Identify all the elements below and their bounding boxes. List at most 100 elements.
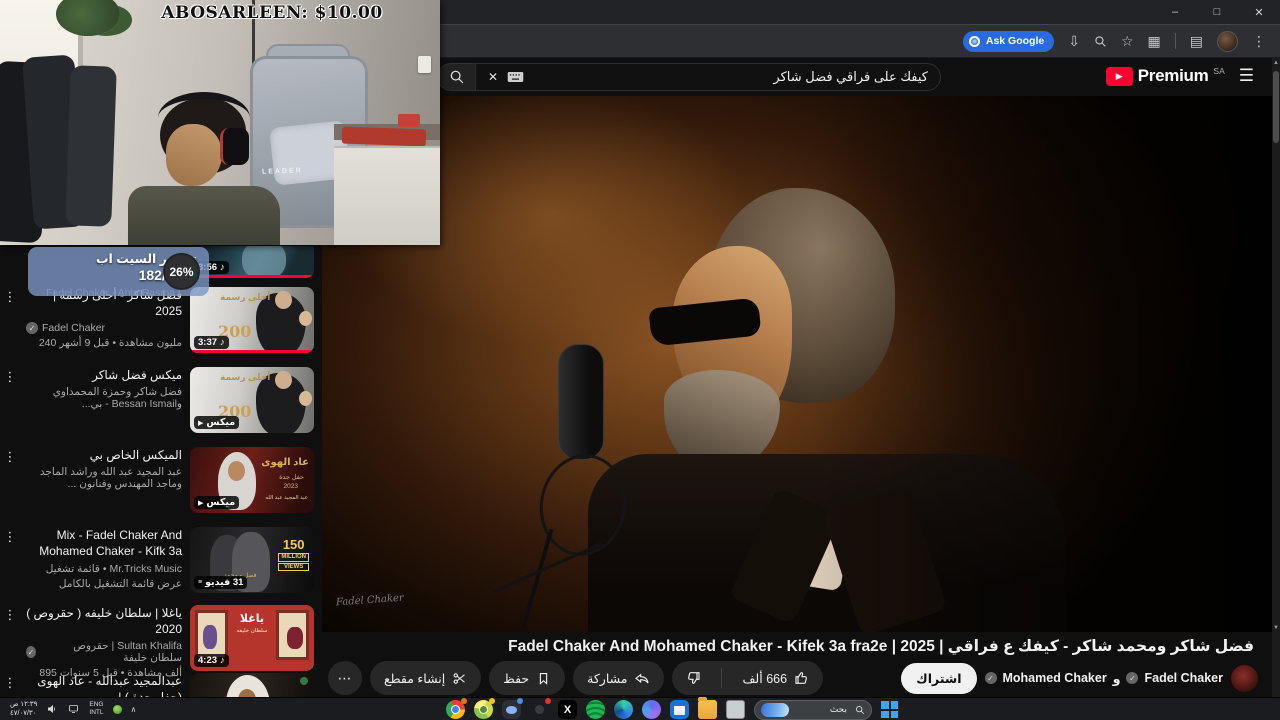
- video-title[interactable]: Mix - Fadel Chaker And Mohamed Chaker - …: [26, 527, 182, 560]
- more-actions-button[interactable]: ⋯: [328, 661, 362, 695]
- keyboard-icon[interactable]: [507, 71, 524, 83]
- browser-profile-avatar[interactable]: [1217, 30, 1238, 52]
- item-menu-icon[interactable]: ⋮: [2, 605, 18, 679]
- youtube-play-icon: ▶: [1105, 67, 1133, 86]
- view-full-playlist-link[interactable]: عرض قائمة التشغيل بالكامل: [26, 578, 182, 590]
- zoom-icon[interactable]: [1094, 35, 1107, 48]
- save-button[interactable]: حفظ: [489, 661, 566, 695]
- video-thumbnail[interactable]: أحلى رسمة 200 3:37 ♪: [190, 287, 314, 353]
- network-icon[interactable]: [67, 703, 80, 715]
- mix-badge: ميكس: [206, 497, 236, 508]
- volume-icon[interactable]: [46, 703, 58, 715]
- search-input[interactable]: ✕ كيفك على فراقي فضل شاكر: [475, 63, 941, 91]
- channel-name-fadel[interactable]: Fadel Chaker: [1144, 671, 1223, 685]
- page-scrollbar[interactable]: ▲ ▼: [1272, 58, 1280, 697]
- share-button[interactable]: مشاركة: [573, 661, 665, 695]
- windows-taskbar: ١٢:٣٩ ص ٤٧/٠٧/٣٠ ENG INTL ∧ X بحث: [0, 697, 1280, 720]
- windows-start-button[interactable]: [881, 701, 898, 718]
- browser-menu-icon[interactable]: ⋮: [1252, 34, 1266, 48]
- tray-overflow-chevron[interactable]: ∧: [131, 705, 137, 714]
- share-label: مشاركة: [587, 671, 628, 686]
- taskbar-clock[interactable]: ١٢:٣٩ ص ٤٧/٠٧/٣٠: [10, 700, 37, 718]
- scroll-up-arrow[interactable]: ▲: [1272, 60, 1280, 66]
- clear-search-icon[interactable]: ✕: [488, 70, 498, 84]
- copilot-icon[interactable]: [642, 700, 661, 719]
- related-video-item[interactable]: عبدالمجيد عبدالله - عاد الهوى (حفل جدة )…: [2, 673, 314, 697]
- channel-name[interactable]: Sultan Khalifa | حقروص سلطان خليفة: [40, 640, 182, 664]
- discord-icon[interactable]: [502, 698, 523, 719]
- channel-avatar[interactable]: [1231, 664, 1258, 692]
- taskbar-search-box[interactable]: بحث: [754, 699, 872, 720]
- channel-name[interactable]: Fadel Chaker: [42, 322, 105, 334]
- minimize-button[interactable]: –: [1154, 0, 1196, 24]
- like-button[interactable]: 666 ألف: [729, 661, 823, 695]
- language-indicator[interactable]: ENG INTL: [89, 701, 103, 717]
- donation-alert-text: ABOSARLEEN: $10.00: [161, 3, 383, 23]
- item-menu-icon[interactable]: ⋮: [2, 447, 18, 513]
- bookmark-star-icon[interactable]: ☆: [1121, 34, 1134, 48]
- video-title[interactable]: الميكس الخاص بي: [26, 447, 182, 463]
- video-title[interactable]: ميكس فضل شاكر: [26, 367, 182, 383]
- related-video-item[interactable]: 150 MILLION VIEWS فضل و محمد ≡31 فيديو M…: [2, 527, 314, 593]
- related-video-item[interactable]: عاد الهوى حفل جدة 2023 عبد المجيد عبد ال…: [2, 447, 314, 513]
- item-menu-icon[interactable]: ⋮: [2, 287, 18, 353]
- thumbnail-hand: [299, 311, 312, 326]
- playlist-count-badge: 31 فيديو: [205, 577, 244, 588]
- create-clip-button[interactable]: إنشاء مقطع: [370, 661, 482, 695]
- close-button[interactable]: ✕: [1238, 0, 1280, 24]
- white-cabinet: [334, 146, 440, 245]
- video-thumbnail[interactable]: 150 MILLION VIEWS فضل و محمد ≡31 فيديو: [190, 527, 314, 593]
- streaming-app-icon[interactable]: [530, 698, 551, 719]
- youtube-premium-logo[interactable]: ▶ Premium SA: [1105, 66, 1225, 86]
- thumbnail-figure: [242, 246, 286, 278]
- music-note-icon: ♪: [220, 337, 225, 348]
- thumbnail-art-text: عبد المجيد عبد الله: [265, 495, 308, 501]
- ask-google-button[interactable]: Ask Google: [962, 30, 1055, 52]
- spotify-icon[interactable]: [586, 700, 605, 719]
- channel-owners: ✓ Mohamed Chaker و ✓ Fadel Chaker: [984, 671, 1223, 686]
- studio-microphone: [558, 344, 604, 460]
- taskbar-search-icon: [856, 705, 865, 714]
- tray-app-icon[interactable]: [112, 704, 122, 714]
- file-explorer-icon[interactable]: [698, 697, 717, 719]
- search-icon: [450, 70, 463, 84]
- item-menu-icon[interactable]: ⋮: [2, 527, 18, 593]
- toolbar-divider: [1174, 33, 1176, 49]
- video-player[interactable]: Fadel Chaker: [320, 96, 1272, 632]
- video-thumbnail[interactable]: أحلى رسمة 200 ▶ ميكس: [190, 367, 314, 433]
- thumbs-up-icon: [794, 670, 810, 686]
- channel-name-mohamed[interactable]: Mohamed Chaker: [1003, 671, 1107, 685]
- guide-hamburger-icon[interactable]: ☰: [1239, 66, 1254, 86]
- channel-name[interactable]: Mr.Tricks Music • قائمة تشغيل: [26, 563, 182, 575]
- download-icon[interactable]: ⇩: [1068, 34, 1080, 48]
- extensions-icon[interactable]: ▦: [1148, 34, 1161, 48]
- save-label: حفظ: [503, 671, 530, 686]
- video-title[interactable]: ياغلا | سلطان خليفه ( حقروص ) 2020: [26, 605, 182, 637]
- x-twitter-icon[interactable]: X: [558, 700, 577, 719]
- video-title[interactable]: عبدالمجيد عبدالله - عاد الهوى (حفل جدة )…: [26, 673, 182, 697]
- music-note-icon: ♪: [220, 655, 225, 666]
- side-panel-icon[interactable]: ▤: [1190, 34, 1203, 48]
- restore-button[interactable]: □: [1196, 0, 1238, 24]
- scroll-down-arrow[interactable]: ▼: [1272, 625, 1280, 631]
- scrollbar-thumb[interactable]: [1273, 71, 1279, 143]
- video-thumbnail[interactable]: ياغلا سلطان خليفه 4:23 ♪: [190, 605, 314, 671]
- desktop-app-icon[interactable]: [726, 700, 745, 719]
- video-thumbnail[interactable]: عاد الهوى حفل جدة 2023 عبد المجيد عبد ال…: [190, 447, 314, 513]
- related-video-item[interactable]: ياغلا سلطان خليفه 4:23 ♪ ياغلا | سلطان خل…: [2, 605, 314, 679]
- video-thumbnail[interactable]: [190, 673, 314, 697]
- dislike-button[interactable]: [672, 661, 714, 695]
- thumbnail-art-text: عاد الهوى: [261, 457, 309, 468]
- edge-icon[interactable]: [614, 700, 633, 719]
- item-menu-icon[interactable]: ⋮: [2, 367, 18, 433]
- chrome-profile-icon[interactable]: [474, 698, 495, 719]
- search-button[interactable]: [437, 63, 475, 91]
- item-menu-icon[interactable]: ⋮: [2, 673, 18, 697]
- thumbs-down-icon: [685, 670, 701, 686]
- chrome-icon[interactable]: [446, 698, 467, 719]
- subscribe-button[interactable]: اشتراك: [901, 662, 977, 694]
- related-video-item[interactable]: أحلى رسمة 200 ▶ ميكس ميكس فضل شاكر فضل شا…: [2, 367, 314, 433]
- search-query-text[interactable]: كيفك على فراقي فضل شاكر: [533, 69, 928, 85]
- microsoft-store-icon[interactable]: [670, 700, 689, 719]
- channel-conjunction: و: [1112, 671, 1121, 686]
